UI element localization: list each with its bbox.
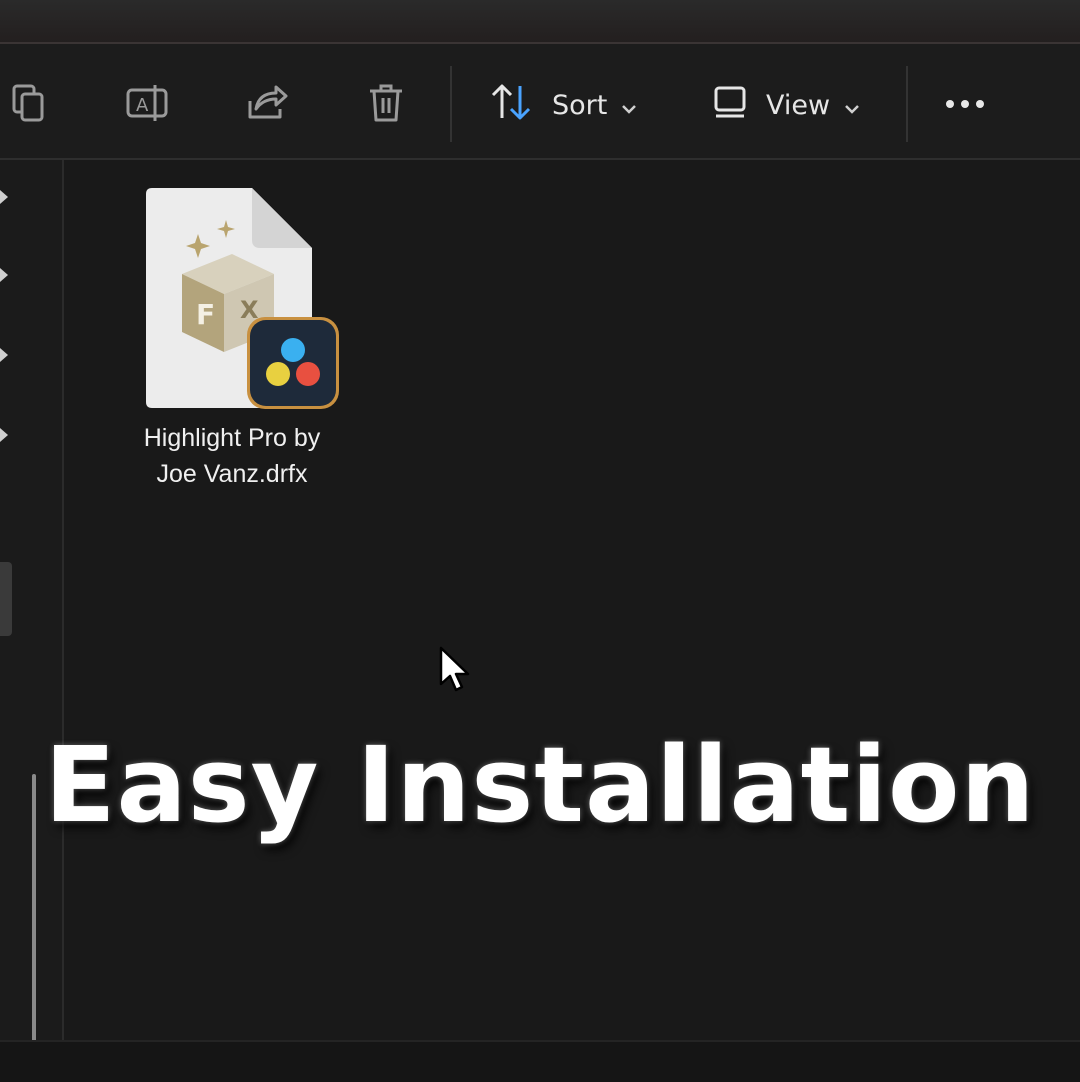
title-bar	[0, 0, 1080, 44]
view-button[interactable]: View	[712, 80, 860, 130]
rename-icon[interactable]: A	[124, 80, 170, 126]
status-bar	[0, 1040, 1080, 1082]
file-item[interactable]: F X Highlight Pro by Joe Vanz.drfx	[112, 182, 352, 502]
mouse-cursor-icon	[439, 646, 470, 692]
file-name-line-2: Joe Vanz.drfx	[156, 460, 308, 488]
davinci-resolve-icon	[247, 317, 339, 409]
expand-arrow-icon[interactable]	[0, 348, 10, 362]
view-label: View	[766, 89, 831, 121]
more-icon	[946, 100, 954, 108]
view-icon	[712, 84, 748, 127]
delete-icon[interactable]	[364, 80, 408, 126]
sort-label: Sort	[552, 89, 608, 121]
sort-button[interactable]: Sort	[490, 80, 637, 130]
more-icon-dot	[961, 100, 969, 108]
file-name-line-1: Highlight Pro by	[143, 424, 321, 452]
sort-icon	[490, 82, 534, 129]
share-icon[interactable]	[244, 80, 290, 126]
chevron-down-icon	[621, 90, 637, 121]
navigation-pane	[0, 160, 64, 1072]
more-options-button[interactable]	[946, 92, 994, 116]
toolbar-separator	[450, 66, 452, 142]
expand-arrow-icon[interactable]	[0, 428, 10, 442]
caption-overlay: Easy Installation	[44, 724, 1036, 846]
svg-text:F: F	[196, 298, 215, 331]
file-name-label: Highlight Pro by Joe Vanz.drfx	[112, 420, 352, 492]
expand-arrow-icon[interactable]	[0, 268, 10, 282]
chevron-down-icon	[844, 90, 860, 121]
svg-text:A: A	[136, 95, 149, 116]
more-icon-dot	[976, 100, 984, 108]
copy-icon[interactable]	[6, 80, 50, 126]
toolbar-separator	[906, 66, 908, 142]
nav-selected-item[interactable]	[0, 562, 12, 636]
expand-arrow-icon[interactable]	[0, 190, 10, 204]
